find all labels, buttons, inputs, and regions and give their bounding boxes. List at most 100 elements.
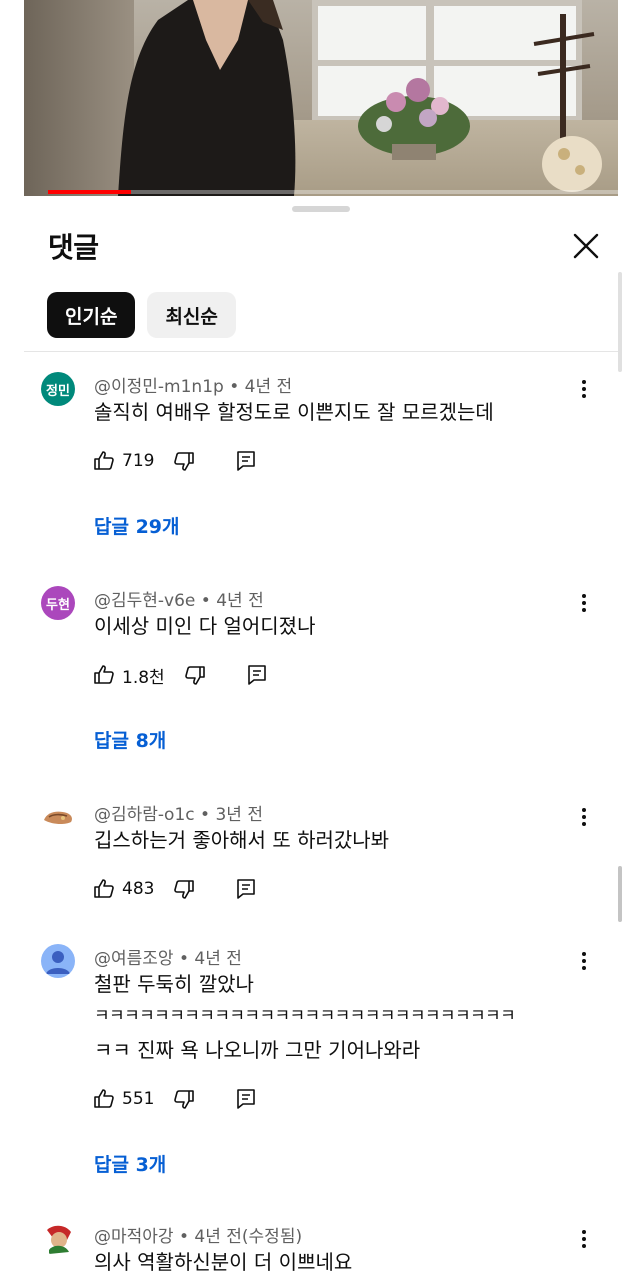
like-button[interactable]: 1.8천	[92, 660, 183, 690]
comment-actions: 483	[92, 874, 258, 904]
like-button[interactable]: 551	[92, 1084, 172, 1114]
comment-author[interactable]: @김하람-o1c	[94, 805, 195, 825]
video-scene-flowers	[358, 78, 470, 160]
meta-separator: •	[178, 949, 195, 969]
comment-text: 솔직히 여배우 할정도로 이쁜지도 잘 모르겠는데	[94, 400, 494, 424]
video-player[interactable]	[0, 0, 640, 196]
dislike-button[interactable]	[183, 660, 207, 690]
reply-comment-icon	[237, 1089, 256, 1109]
reply-button[interactable]	[234, 446, 258, 476]
thumbs-up-icon	[94, 451, 114, 470]
reply-comment-icon	[237, 879, 256, 899]
comment-time: 4년 전	[194, 949, 242, 969]
comment-text: 이세상 미인 다 얼어디졌나	[94, 614, 316, 638]
reply-button[interactable]	[234, 1084, 258, 1114]
comment-item: 정민 @이정민-m1n1p • 4년 전 솔직히 여배우 할정도로 이쁜지도 잘…	[24, 372, 618, 552]
comment-actions: 1.8천	[92, 660, 269, 690]
more-vertical-icon	[582, 380, 586, 384]
close-icon	[573, 233, 599, 259]
sort-chip-top[interactable]: 인기순	[47, 292, 136, 338]
thumbs-down-icon	[174, 452, 195, 471]
view-replies-link[interactable]: 답글 8개	[94, 726, 166, 753]
avatar-initials: 두현	[46, 597, 70, 613]
thumbs-up-icon	[94, 665, 114, 684]
thumbs-down-icon	[174, 1090, 195, 1109]
like-count: 719	[122, 451, 155, 471]
reply-comment-icon	[237, 451, 256, 471]
avatar-initials: 정민	[46, 383, 70, 399]
meta-separator: •	[178, 1227, 195, 1247]
comment-item: 두현 @김두현-v6e • 4년 전 이세상 미인 다 얼어디졌나 1.8천 답…	[24, 586, 618, 766]
more-button[interactable]	[572, 588, 596, 618]
comment-actions: 719	[92, 446, 258, 476]
video-scene-stand	[533, 14, 602, 192]
like-count: 483	[122, 879, 155, 899]
video-scene-person	[118, 0, 296, 196]
view-replies-link[interactable]: 답글 29개	[94, 512, 180, 539]
reply-comment-icon	[247, 665, 266, 685]
thumbs-up-icon	[94, 1089, 114, 1108]
more-vertical-icon	[582, 1230, 586, 1234]
like-count: 551	[122, 1089, 155, 1109]
comment-author[interactable]: @이정민-m1n1p	[94, 377, 224, 397]
avatar[interactable]: 정민	[41, 372, 75, 406]
reply-button[interactable]	[234, 874, 258, 904]
comment-time: 4년 전	[244, 377, 293, 397]
comment-time: 3년 전	[215, 805, 263, 825]
more-button[interactable]	[572, 802, 596, 832]
comment-text: 의사 역활하신분이 더 이쁘네요	[94, 1250, 353, 1274]
avatar[interactable]	[41, 800, 75, 834]
sort-chips: 인기순 최신순	[47, 292, 236, 340]
comment-item: @여름조앙 • 4년 전 철판 두둑히 깔았나 ㅋㅋㅋㅋㅋㅋㅋㅋㅋㅋㅋㅋㅋㅋㅋㅋ…	[24, 944, 618, 1184]
comment-meta: @마적아강 • 4년 전(수정됨)	[94, 1222, 302, 1247]
comment-text-line: ㅋㅋㅋㅋㅋㅋㅋㅋㅋㅋㅋㅋㅋㅋㅋㅋㅋㅋㅋㅋㅋㅋㅋㅋㅋㅋㅋㅋ	[94, 1006, 516, 1026]
reply-button[interactable]	[245, 660, 269, 690]
view-replies-link[interactable]: 답글 3개	[94, 1150, 166, 1177]
comment-author[interactable]: @여름조앙	[94, 949, 174, 969]
meta-separator: •	[229, 377, 245, 397]
comment-time: 4년 전	[216, 591, 264, 611]
comments-title: 댓글	[48, 231, 99, 264]
more-button[interactable]	[572, 946, 596, 976]
dislike-button[interactable]	[172, 1084, 196, 1114]
comment-actions: 551	[92, 1084, 258, 1114]
like-button[interactable]: 483	[92, 874, 172, 904]
avatar[interactable]	[41, 1222, 75, 1256]
more-vertical-icon	[582, 808, 586, 812]
comment-author[interactable]: @김두현-v6e	[94, 591, 195, 611]
comments-sheet: 댓글 인기순 최신순 정민 @이정민-m1n1p • 4년 전 솔직히 여배우 …	[24, 196, 618, 1280]
more-vertical-icon	[582, 594, 586, 598]
thumbs-down-icon	[184, 666, 205, 685]
avatar[interactable]: 두현	[41, 586, 75, 620]
video-frame[interactable]	[24, 0, 618, 196]
comment-item: @김하람-o1c • 3년 전 깁스하는거 좋아해서 또 하러갔나봐 483	[24, 800, 618, 910]
video-progress-bar[interactable]	[48, 190, 618, 194]
comment-text-line: ㅋㅋ 진짜 욕 나오니까 그만 기어나와라	[94, 1038, 421, 1062]
sort-chip-newest[interactable]: 최신순	[147, 292, 236, 338]
more-vertical-icon	[582, 952, 586, 956]
thumbs-up-icon	[94, 879, 114, 898]
video-progress-fill	[48, 190, 132, 194]
comment-text-line: 철판 두둑히 깔았나	[94, 972, 254, 996]
dislike-button[interactable]	[172, 874, 196, 904]
scrollbar-track[interactable]	[618, 272, 622, 372]
meta-separator: •	[200, 591, 217, 611]
more-button[interactable]	[572, 1224, 596, 1254]
dislike-button[interactable]	[172, 446, 196, 476]
scrollbar-thumb[interactable]	[618, 866, 622, 922]
comment-time: 4년 전(수정됨)	[194, 1227, 303, 1247]
like-count: 1.8천	[122, 667, 165, 688]
comment-meta: @여름조앙 • 4년 전	[94, 944, 242, 969]
comment-meta: @김하람-o1c • 3년 전	[94, 800, 263, 825]
close-button[interactable]	[570, 230, 602, 262]
divider	[24, 351, 618, 352]
sheet-drag-handle[interactable]	[292, 206, 350, 212]
comment-meta: @이정민-m1n1p • 4년 전	[94, 372, 292, 397]
like-button[interactable]: 719	[92, 446, 172, 476]
avatar[interactable]	[41, 944, 75, 978]
thumbs-down-icon	[174, 880, 195, 899]
comment-item: @마적아강 • 4년 전(수정됨) 의사 역활하신분이 더 이쁘네요	[24, 1222, 618, 1280]
comment-text: 깁스하는거 좋아해서 또 하러갔나봐	[94, 828, 390, 852]
comment-author[interactable]: @마적아강	[94, 1227, 174, 1247]
more-button[interactable]	[572, 374, 596, 404]
